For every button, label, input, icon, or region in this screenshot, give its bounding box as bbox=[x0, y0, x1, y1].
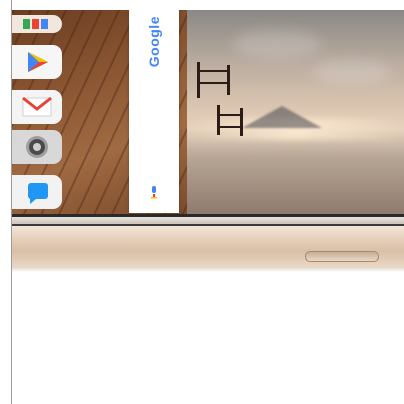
home-screen: Google bbox=[12, 10, 404, 215]
microphone-button[interactable] bbox=[147, 185, 161, 199]
wallpaper-mountain bbox=[242, 106, 322, 128]
microphone-icon bbox=[151, 186, 157, 199]
photos-icon bbox=[23, 19, 48, 29]
pier-rail bbox=[197, 70, 230, 72]
play-store-icon bbox=[28, 52, 48, 72]
gmail-app-icon[interactable] bbox=[12, 90, 62, 124]
settings-app-icon[interactable] bbox=[12, 130, 62, 164]
google-search-widget[interactable]: Google bbox=[129, 10, 179, 213]
phone-photo: Google bbox=[0, 0, 404, 404]
phone-shadow bbox=[12, 268, 404, 272]
settings-icon bbox=[26, 136, 48, 158]
wallpaper-cloud bbox=[232, 30, 322, 58]
wallpaper-cloud bbox=[312, 60, 392, 84]
messages-icon bbox=[28, 183, 48, 204]
power-button bbox=[305, 251, 379, 262]
pier-post bbox=[197, 62, 200, 98]
pier-post bbox=[240, 108, 243, 136]
pier-rail bbox=[217, 114, 243, 116]
play-store-app-icon[interactable] bbox=[12, 45, 62, 79]
pier-rail bbox=[197, 82, 230, 84]
google-logo-text: Google bbox=[146, 16, 162, 68]
gmail-icon bbox=[22, 96, 52, 117]
photos-app-icon[interactable] bbox=[12, 15, 62, 33]
image-border bbox=[11, 0, 12, 404]
pier-rail bbox=[217, 126, 243, 128]
messages-app-icon[interactable] bbox=[12, 175, 62, 209]
pier-post bbox=[217, 105, 220, 135]
google-logo: Google bbox=[146, 16, 162, 67]
